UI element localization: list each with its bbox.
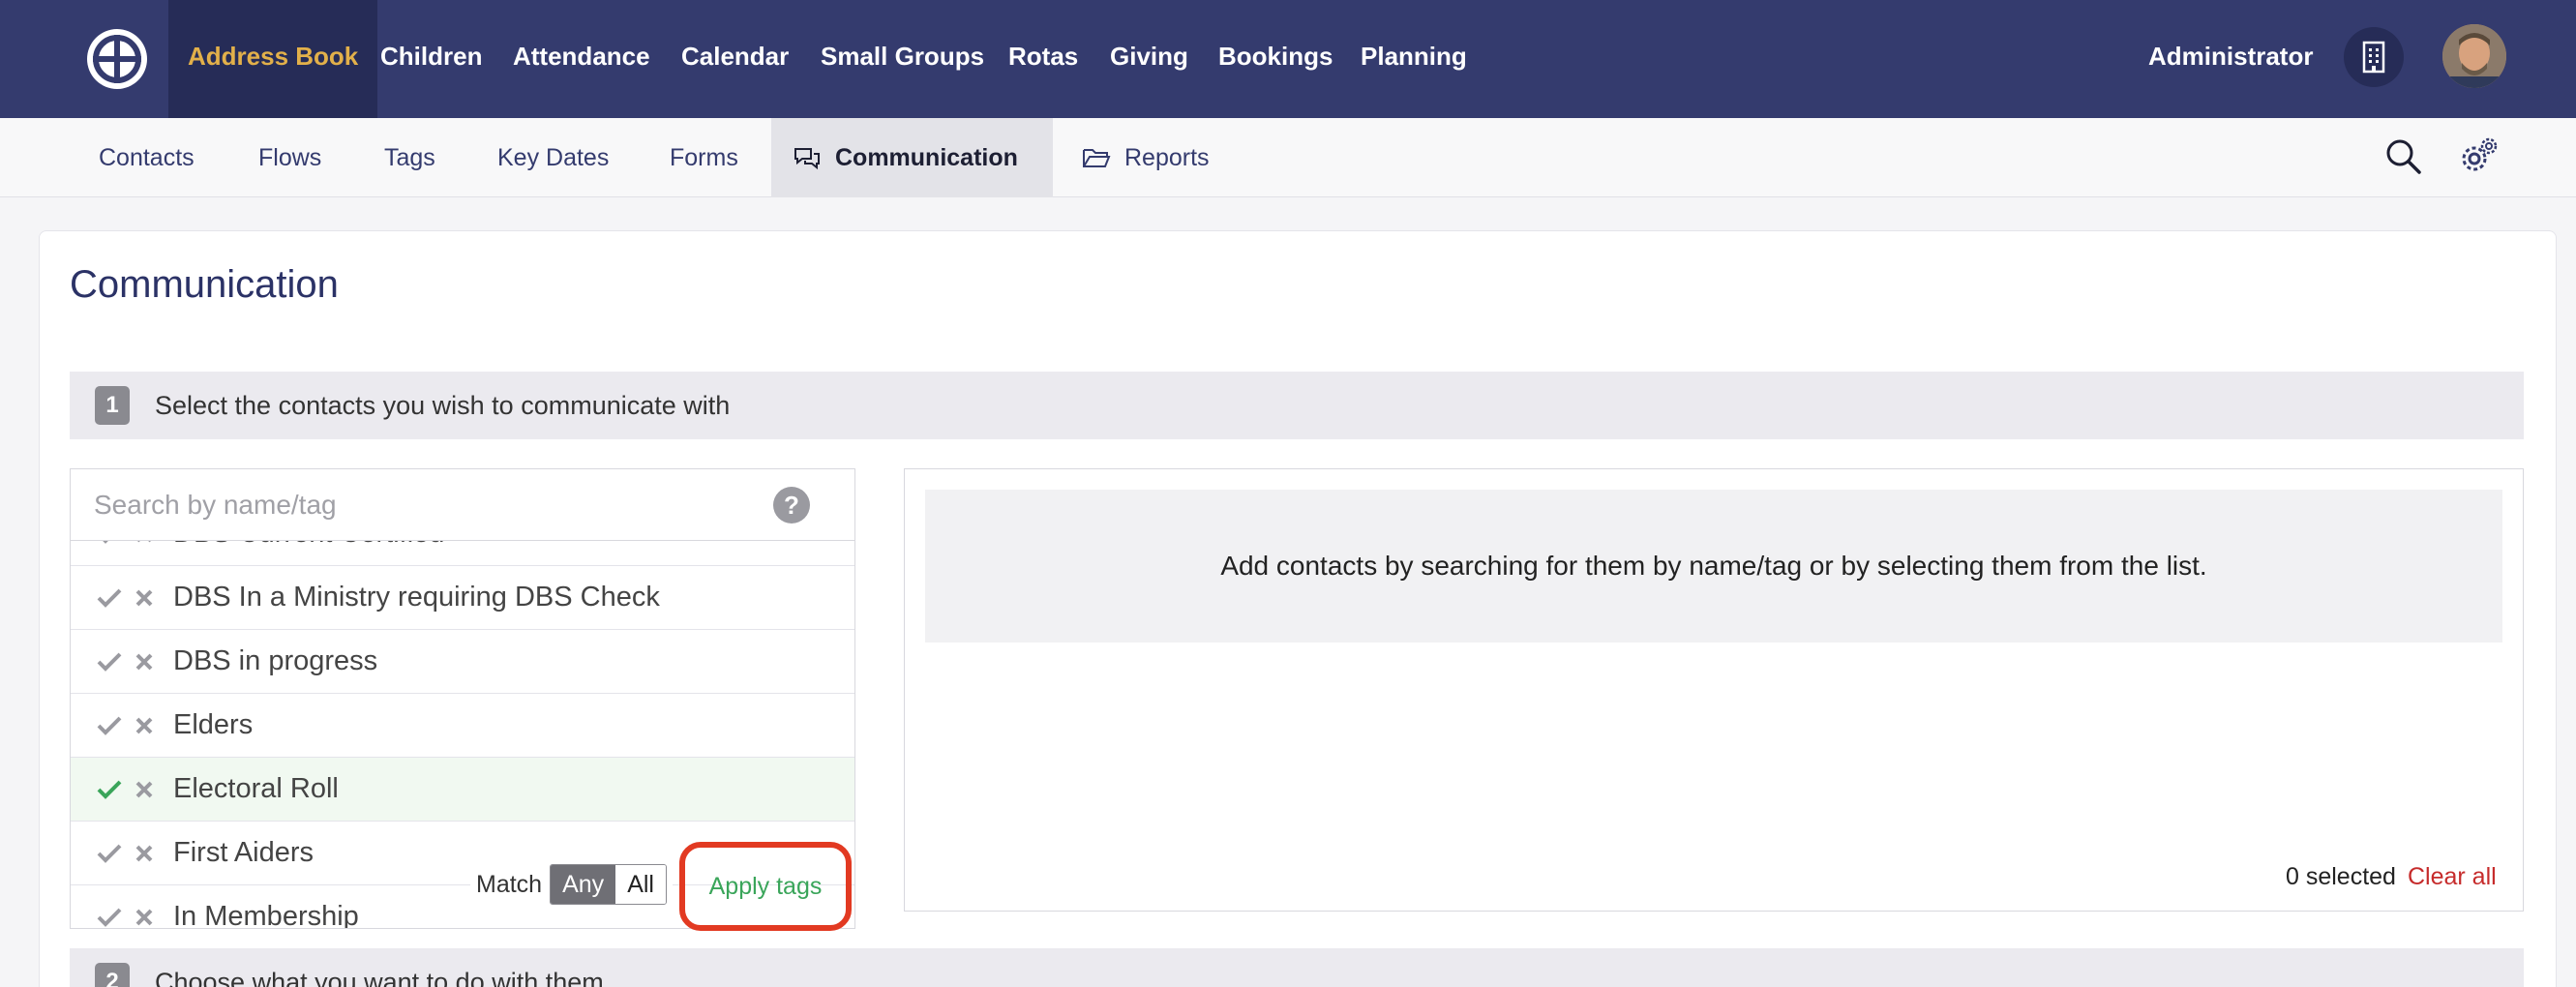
- tag-label: Elders: [173, 709, 254, 740]
- tag-label: DBS Current Certified: [173, 541, 444, 550]
- list-item[interactable]: DBS in progress: [71, 630, 854, 694]
- subnav-forms[interactable]: Forms: [648, 118, 760, 197]
- list-item[interactable]: Electoral Roll: [71, 758, 854, 822]
- topnav-planning[interactable]: Planning: [1341, 0, 1486, 118]
- list-item[interactable]: Elders: [71, 694, 854, 758]
- check-icon[interactable]: [94, 541, 125, 550]
- list-item[interactable]: DBS In a Ministry requiring DBS Check: [71, 566, 854, 630]
- search-icon[interactable]: [2382, 135, 2425, 178]
- user-name-label[interactable]: Administrator: [2148, 0, 2313, 112]
- subnav-tags[interactable]: Tags: [363, 118, 457, 197]
- building-icon[interactable]: [2344, 27, 2404, 87]
- subnav-contacts[interactable]: Contacts: [77, 118, 216, 197]
- app-logo-icon[interactable]: [85, 27, 149, 91]
- tag-label: In Membership: [173, 901, 359, 929]
- check-icon[interactable]: [94, 774, 125, 805]
- close-icon[interactable]: [131, 776, 158, 803]
- subnav-label: Flows: [258, 144, 322, 171]
- tag-label: DBS In a Ministry requiring DBS Check: [173, 582, 660, 613]
- selected-count: 0 selected: [2286, 863, 2396, 890]
- subnav-label: Key Dates: [497, 144, 610, 171]
- match-label: Match: [476, 870, 543, 898]
- subnav-label: Reports: [1124, 144, 1210, 171]
- close-icon[interactable]: [131, 840, 158, 867]
- step-2-header: 2 Choose what you want to do with them: [70, 948, 2524, 987]
- tag-search-bar: ?: [71, 469, 854, 541]
- page-title: Communication: [70, 263, 339, 306]
- check-icon[interactable]: [94, 902, 125, 929]
- topnav-calendar[interactable]: Calendar: [662, 0, 808, 118]
- gear-icon[interactable]: [2458, 135, 2501, 178]
- close-icon[interactable]: [131, 584, 158, 612]
- subnav-communication[interactable]: Communication: [771, 118, 1053, 197]
- tag-label: Electoral Roll: [173, 773, 339, 804]
- step-1-header: 1 Select the contacts you wish to commun…: [70, 372, 2524, 439]
- match-mode-control: Match Any All: [470, 857, 673, 912]
- empty-state-message: Add contacts by searching for them by na…: [925, 490, 2502, 643]
- clear-all-link[interactable]: Clear all: [2408, 863, 2497, 891]
- topnav-giving[interactable]: Giving: [1091, 0, 1208, 118]
- topnav-address-book[interactable]: Address Book: [168, 0, 378, 118]
- topnav-children[interactable]: Children: [361, 0, 501, 118]
- close-icon[interactable]: [131, 541, 158, 548]
- chat-icon: [793, 143, 822, 172]
- check-icon[interactable]: [94, 710, 125, 741]
- topnav-rotas[interactable]: Rotas: [989, 0, 1097, 118]
- top-navigation-bar: Address Book Children Attendance Calenda…: [0, 0, 2576, 118]
- close-icon[interactable]: [131, 648, 158, 675]
- check-icon[interactable]: [94, 838, 125, 869]
- list-item[interactable]: DBS Current Certified: [71, 541, 854, 566]
- match-toggle: Any All: [550, 864, 667, 905]
- close-icon[interactable]: [131, 712, 158, 739]
- topnav-attendance[interactable]: Attendance: [494, 0, 670, 118]
- subnav-label: Contacts: [99, 144, 195, 171]
- check-icon[interactable]: [94, 583, 125, 613]
- step-description: Select the contacts you wish to communic…: [155, 390, 731, 420]
- subnav-label: Communication: [835, 144, 1018, 171]
- subnav-flows[interactable]: Flows: [237, 118, 343, 197]
- folder-open-icon: [1082, 143, 1111, 172]
- subnav-label: Forms: [670, 144, 738, 171]
- close-icon[interactable]: [131, 904, 158, 929]
- help-icon[interactable]: ?: [773, 487, 810, 523]
- tag-search-input[interactable]: [94, 485, 752, 525]
- tag-label: DBS in progress: [173, 645, 378, 676]
- tag-label: First Aiders: [173, 837, 315, 868]
- topnav-small-groups[interactable]: Small Groups: [801, 0, 1003, 118]
- match-any-button[interactable]: Any: [551, 865, 616, 904]
- subnav-label: Tags: [384, 144, 435, 171]
- subnav-reports[interactable]: Reports: [1061, 118, 1231, 197]
- subnav-key-dates[interactable]: Key Dates: [476, 118, 630, 197]
- topnav-bookings[interactable]: Bookings: [1199, 0, 1352, 118]
- apply-tags-button[interactable]: Apply tags: [709, 873, 823, 901]
- check-icon[interactable]: [94, 646, 125, 677]
- match-all-button[interactable]: All: [615, 865, 666, 904]
- step-number-badge: 1: [95, 386, 130, 425]
- avatar[interactable]: [2442, 24, 2506, 88]
- step-number-badge: 2: [95, 963, 130, 987]
- secondary-navigation-bar: Contacts Flows Tags Key Dates Forms Comm…: [0, 118, 2576, 197]
- step-description: Choose what you want to do with them: [155, 967, 604, 987]
- apply-tags-highlight: Apply tags: [679, 842, 852, 931]
